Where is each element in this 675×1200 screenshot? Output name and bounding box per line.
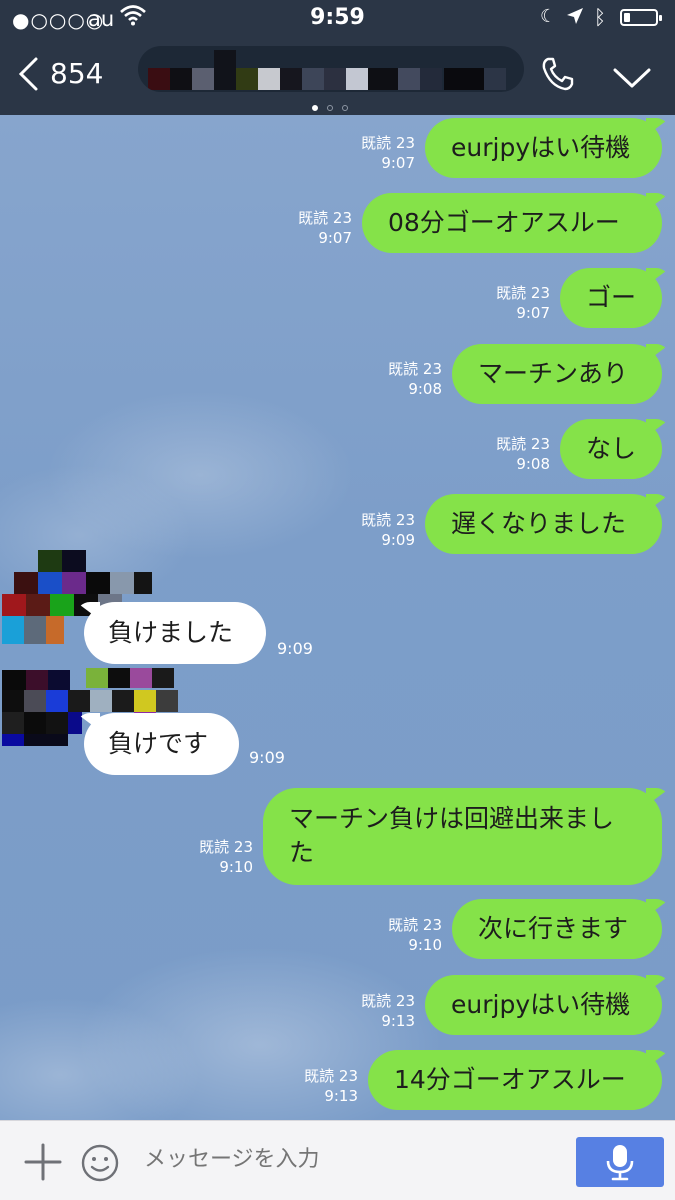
message-meta: 既読 23 9:07 <box>298 208 352 248</box>
outgoing-message[interactable]: マーチン負けは回避出来まし た <box>263 788 662 885</box>
read-receipt: 既読 23 <box>304 1067 358 1085</box>
chat-messages-area[interactable]: 既読 23 9:07 eurjpyはい待機 既読 23 9:07 08分ゴーオア… <box>0 115 675 1120</box>
message-time: 9:13 <box>324 1087 358 1105</box>
incoming-message[interactable]: 負けです <box>84 713 239 775</box>
message-time: 9:07 <box>381 154 415 172</box>
top-bar: ●○○○○ au 9:59 ☾ ᛒ 854 <box>0 0 675 115</box>
outgoing-message[interactable]: 次に行きます <box>452 899 662 959</box>
message-time: 9:10 <box>219 858 253 876</box>
message-text: eurjpyはい待機 <box>451 990 631 1019</box>
back-chevron-icon[interactable] <box>16 56 42 92</box>
outgoing-message[interactable]: 14分ゴーオアスルー <box>368 1050 662 1110</box>
read-receipt: 既読 23 <box>361 511 415 529</box>
message-text-line: た <box>289 838 315 867</box>
back-unread-count[interactable]: 854 <box>50 57 103 90</box>
outgoing-message[interactable]: マーチンあり <box>452 344 662 404</box>
read-receipt: 既読 23 <box>199 838 253 856</box>
message-time: 9:07 <box>516 304 550 322</box>
page-dot <box>342 105 348 111</box>
message-input-bar <box>0 1120 675 1200</box>
message-input[interactable] <box>144 1147 544 1172</box>
message-meta: 既読 23 9:13 <box>361 991 415 1031</box>
read-receipt: 既読 23 <box>361 992 415 1010</box>
bluetooth-icon: ᛒ <box>594 5 606 29</box>
message-meta: 既読 23 9:07 <box>496 283 550 323</box>
message-meta: 既読 23 9:10 <box>388 915 442 955</box>
message-time: 9:13 <box>381 1012 415 1030</box>
microphone-icon <box>606 1145 634 1181</box>
chat-title-redacted[interactable] <box>138 46 524 92</box>
message-text: ゴー <box>586 283 637 312</box>
moon-icon: ☾ <box>540 6 557 27</box>
outgoing-message[interactable]: ゴー <box>560 268 662 328</box>
message-time: 9:09 <box>277 639 313 658</box>
message-text: 14分ゴーオアスルー <box>394 1065 626 1094</box>
outgoing-message[interactable]: なし <box>560 419 662 479</box>
message-time: 9:09 <box>249 748 285 767</box>
read-receipt: 既読 23 <box>496 435 550 453</box>
message-time: 9:08 <box>408 380 442 398</box>
message-meta: 既読 23 9:09 <box>361 510 415 550</box>
page-dot <box>327 105 333 111</box>
message-time: 9:10 <box>408 936 442 954</box>
incoming-message[interactable]: 負けました <box>84 602 266 664</box>
read-receipt: 既読 23 <box>298 209 352 227</box>
read-receipt: 既読 23 <box>388 916 442 934</box>
message-time: 9:07 <box>318 229 352 247</box>
outgoing-message[interactable]: 遅くなりました <box>425 494 662 554</box>
plus-icon[interactable] <box>24 1143 62 1181</box>
read-receipt: 既読 23 <box>361 134 415 152</box>
message-meta: 既読 23 9:10 <box>199 837 253 877</box>
voice-message-button[interactable] <box>576 1137 664 1187</box>
message-time: 9:09 <box>381 531 415 549</box>
phone-call-icon[interactable] <box>540 56 576 92</box>
read-receipt: 既読 23 <box>496 284 550 302</box>
chevron-down-icon[interactable] <box>612 66 652 90</box>
message-text: 遅くなりました <box>451 509 627 538</box>
message-text: 負けました <box>108 618 234 647</box>
message-text: マーチンあり <box>478 359 629 388</box>
message-meta: 既読 23 9:08 <box>496 434 550 474</box>
message-text-line: マーチン負けは回避出来まし <box>289 804 615 833</box>
battery-icon <box>620 9 662 26</box>
location-arrow-icon <box>567 8 583 24</box>
page-dot-active <box>312 105 318 111</box>
message-meta: 既読 23 9:08 <box>388 359 442 399</box>
outgoing-message[interactable]: eurjpyはい待機 <box>425 118 662 178</box>
page-indicator <box>312 96 357 115</box>
status-bar: ●○○○○ au 9:59 ☾ ᛒ <box>0 0 675 38</box>
message-meta: 既読 23 9:13 <box>304 1066 358 1106</box>
message-text: eurjpyはい待機 <box>451 133 631 162</box>
message-text: 08分ゴーオアスルー <box>388 208 620 237</box>
message-text: 負けです <box>108 729 209 758</box>
message-text: 次に行きます <box>478 914 629 943</box>
outgoing-message[interactable]: eurjpyはい待機 <box>425 975 662 1035</box>
emoji-icon[interactable] <box>80 1143 120 1183</box>
read-receipt: 既読 23 <box>388 360 442 378</box>
message-meta: 既読 23 9:07 <box>361 133 415 173</box>
message-text: なし <box>586 434 637 463</box>
outgoing-message[interactable]: 08分ゴーオアスルー <box>362 193 662 253</box>
message-time: 9:08 <box>516 455 550 473</box>
